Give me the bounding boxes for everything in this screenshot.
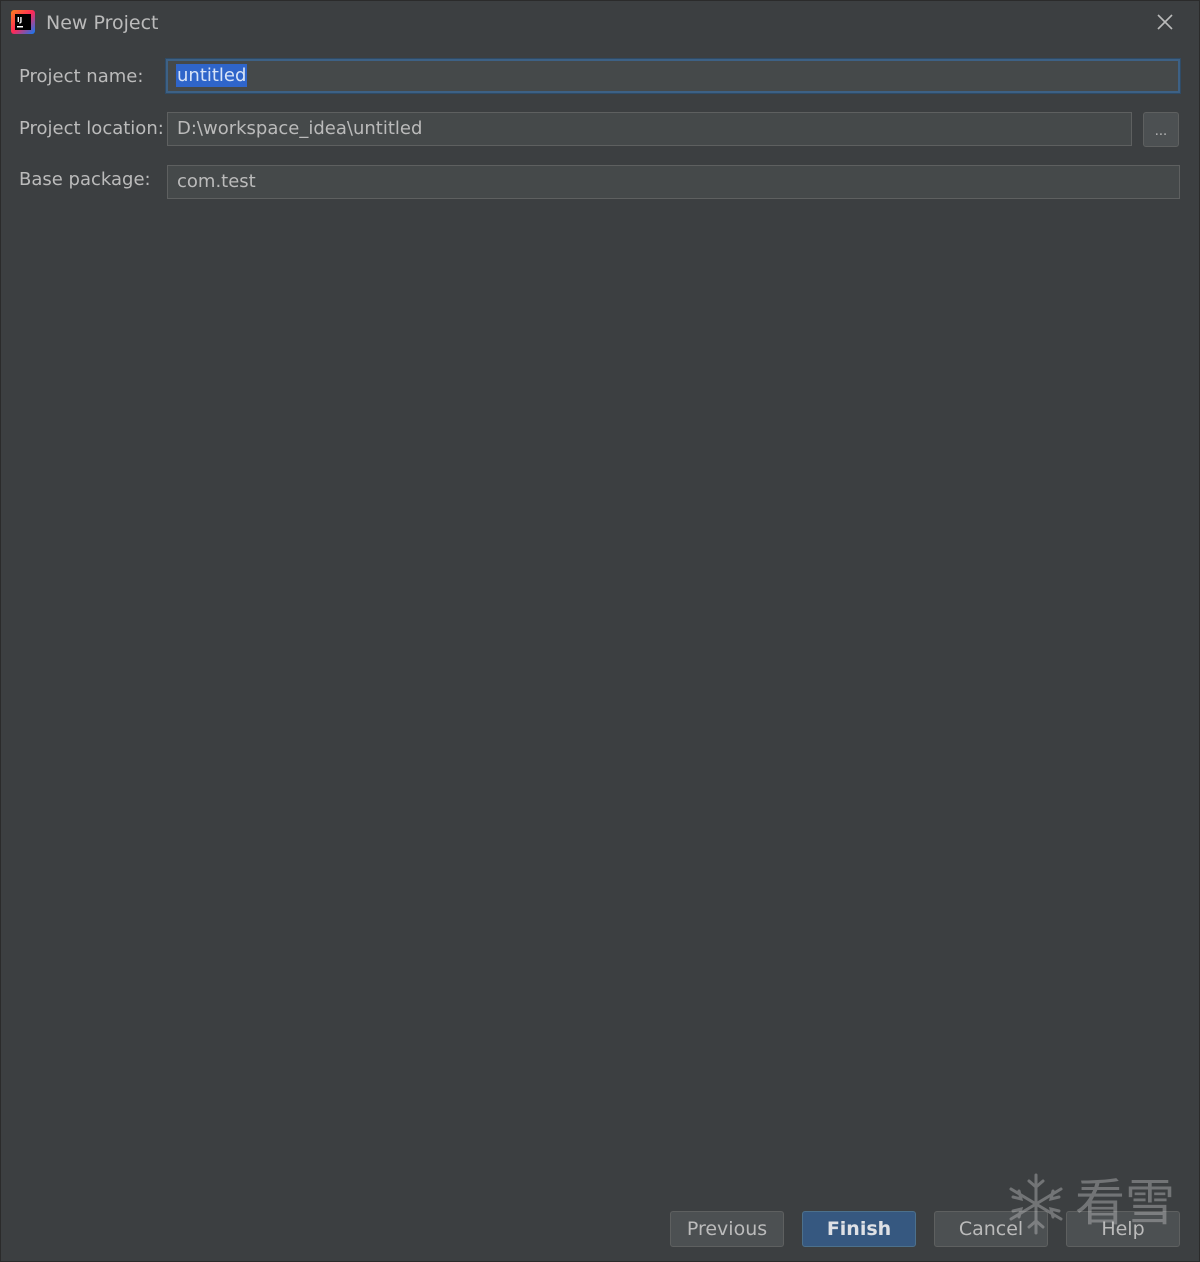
svg-text:IJ: IJ <box>17 16 22 24</box>
project-location-input[interactable]: D:\workspace_idea\untitled <box>167 112 1132 146</box>
help-button[interactable]: Help <box>1066 1211 1180 1247</box>
project-location-value: D:\workspace_idea\untitled <box>177 118 423 139</box>
project-location-label: Project location: <box>19 118 164 139</box>
window-title: New Project <box>46 12 159 34</box>
intellij-idea-icon: IJ <box>11 10 35 34</box>
new-project-dialog: IJ New Project Project name: untitled Pr… <box>0 0 1200 1262</box>
project-name-value: untitled <box>176 64 248 87</box>
base-package-input[interactable]: com.test <box>167 165 1180 199</box>
finish-button[interactable]: Finish <box>802 1211 916 1247</box>
base-package-value: com.test <box>177 171 256 192</box>
cancel-button[interactable]: Cancel <box>934 1211 1048 1247</box>
browse-location-button[interactable]: ... <box>1143 112 1179 147</box>
project-name-label: Project name: <box>19 66 144 87</box>
base-package-label: Base package: <box>19 169 151 190</box>
project-name-input[interactable]: untitled <box>166 59 1180 93</box>
close-icon[interactable] <box>1153 10 1177 34</box>
title-bar: IJ New Project <box>1 1 1199 45</box>
previous-button[interactable]: Previous <box>670 1211 784 1247</box>
